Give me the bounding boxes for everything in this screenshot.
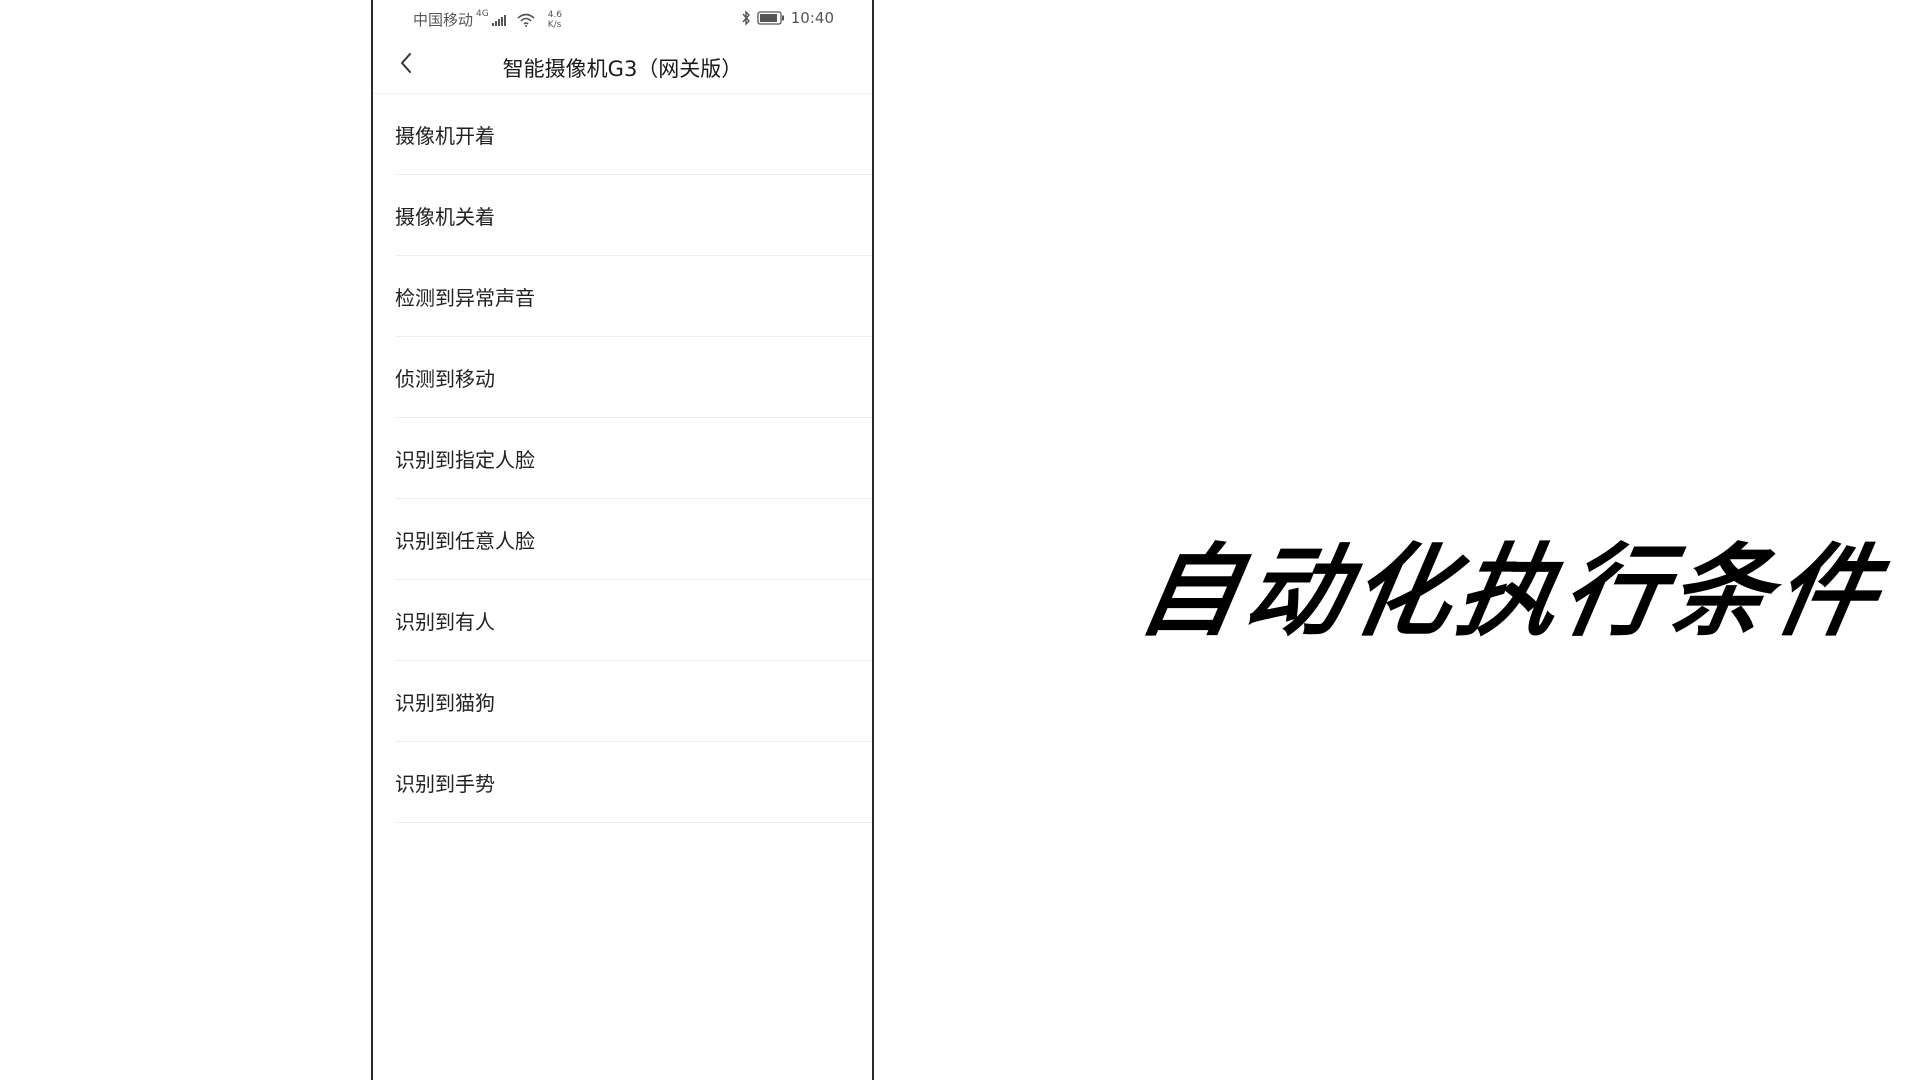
headline-text: 自动化执行条件 (1130, 533, 1893, 650)
condition-list: 摄像机开着 摄像机关着 检测到异常声音 侦测到移动 识别到指定人脸 识别到任意人… (373, 94, 872, 823)
battery-icon (757, 11, 785, 25)
carrier-label: 中国移动 (413, 11, 474, 29)
list-item-label: 识别到任意人脸 (395, 529, 535, 553)
header: 智能摄像机G3（网关版） (373, 38, 872, 94)
list-item-gesture-detected[interactable]: 识别到手势 (373, 742, 872, 823)
status-bar: 中国移动 4G 4.6 K/s 10:40 (373, 0, 872, 38)
list-item-label: 识别到手势 (395, 772, 495, 796)
list-item-label: 摄像机开着 (395, 124, 495, 148)
list-item-label: 检测到异常声音 (395, 286, 535, 310)
page-title: 智能摄像机G3（网关版） (502, 57, 743, 81)
list-item-specific-face[interactable]: 识别到指定人脸 (373, 418, 872, 499)
list-item-label: 侦测到移动 (395, 367, 495, 391)
network-type: 4G (476, 8, 489, 19)
speed-value: 4.6 (547, 9, 563, 20)
signal-icon (491, 14, 506, 26)
bluetooth-icon (741, 10, 751, 26)
list-item-label: 识别到有人 (395, 610, 495, 634)
list-item-person-detected[interactable]: 识别到有人 (373, 580, 872, 661)
phone-screen: 中国移动 4G 4.6 K/s 10:40 智能摄像机G3（网关版） 摄像机开着… (371, 0, 874, 1080)
list-item-label: 识别到猫狗 (395, 691, 495, 715)
speed-unit: K/s (547, 19, 562, 30)
list-item-camera-on[interactable]: 摄像机开着 (373, 94, 872, 175)
list-item-any-face[interactable]: 识别到任意人脸 (373, 499, 872, 580)
status-bar-left: 中国移动 4G 4.6 K/s (413, 9, 562, 30)
wifi-icon (517, 13, 535, 27)
status-bar-right: 10:40 (741, 9, 834, 27)
list-item-camera-off[interactable]: 摄像机关着 (373, 175, 872, 256)
list-item-label: 识别到指定人脸 (395, 448, 535, 472)
clock: 10:40 (790, 9, 834, 27)
list-item-label: 摄像机关着 (395, 205, 495, 229)
list-item-pet-detected[interactable]: 识别到猫狗 (373, 661, 872, 742)
list-item-motion-detected[interactable]: 侦测到移动 (373, 337, 872, 418)
list-item-abnormal-sound[interactable]: 检测到异常声音 (373, 256, 872, 337)
stage: 中国移动 4G 4.6 K/s 10:40 智能摄像机G3（网关版） 摄像机开着… (0, 0, 1920, 1080)
network-speed: 4.6 K/s (548, 10, 562, 30)
